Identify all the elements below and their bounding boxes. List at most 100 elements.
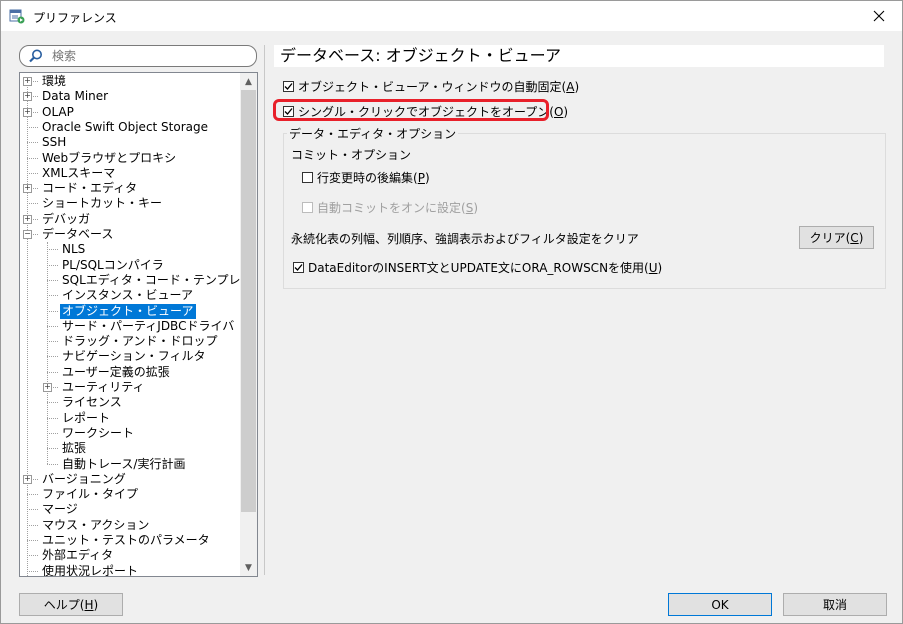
search-input[interactable] xyxy=(52,47,248,65)
tree-item[interactable]: NLS xyxy=(60,242,87,257)
tree-guide-line xyxy=(27,524,38,526)
tree-item[interactable]: ワークシート xyxy=(60,426,136,441)
tree-item[interactable]: SSH xyxy=(40,135,68,150)
tree-item[interactable]: ナビゲーション・フィルタ xyxy=(60,349,208,364)
tree-guide-line xyxy=(27,172,38,174)
scroll-down-arrow-icon[interactable]: ▼ xyxy=(240,559,257,576)
tree-guide-line xyxy=(47,325,58,327)
persist-settings-label: 永続化表の列幅、列順序、強調表示およびフィルタ設定をクリア xyxy=(291,232,639,246)
tree-item[interactable]: データベース xyxy=(40,227,115,242)
tree-item[interactable]: Webブラウザとプロキシ xyxy=(40,151,178,166)
tree-items: + 環境 + Data Miner + OLAP Oracle Swift Object S… xyxy=(20,73,240,576)
search-icon xyxy=(29,49,42,63)
tree-item[interactable]: 環境 xyxy=(40,74,68,89)
title-bar: プリファレンス xyxy=(1,1,902,31)
tree-guide-line xyxy=(27,126,38,128)
auto-commit-label: 自動コミットをオンに設定(S) xyxy=(317,200,478,215)
expand-plus-icon[interactable]: + xyxy=(23,77,32,86)
tree-guide-line xyxy=(27,540,38,541)
page-title: データベース: オブジェクト・ビューア xyxy=(274,45,884,67)
auto-commit-checkbox xyxy=(302,201,313,213)
tree-guide-line xyxy=(47,356,58,358)
ok-button[interactable]: OK xyxy=(668,593,772,616)
post-edit-option[interactable]: 行変更時の後編集(P) xyxy=(302,168,430,186)
expand-plus-icon[interactable]: + xyxy=(23,107,32,117)
tree-item[interactable]: デバッガ xyxy=(40,212,92,227)
post-edit-label: 行変更時の後編集(P) xyxy=(317,170,430,185)
tree-item[interactable]: 使用状況レポート xyxy=(40,564,140,576)
tree-item[interactable]: ショートカット・キー xyxy=(40,196,164,211)
tree-guide-line xyxy=(47,279,58,281)
check-icon xyxy=(294,263,303,271)
tree-guide-line xyxy=(47,371,58,373)
cancel-button[interactable]: 取消 xyxy=(783,593,887,616)
autofreeze-option[interactable]: オブジェクト・ビューア・ウィンドウの自動固定(A) xyxy=(283,77,579,95)
auto-commit-option: 自動コミットをオンに設定(S) xyxy=(302,198,478,216)
tree-guide-line xyxy=(47,448,58,450)
post-edit-checkbox[interactable] xyxy=(302,171,313,183)
rowscn-option[interactable]: DataEditorのINSERT文とUPDATE文にORA_ROWSCNを使用… xyxy=(293,258,662,276)
tree-item[interactable]: バージョニング xyxy=(40,472,128,487)
expand-plus-icon[interactable]: + xyxy=(23,92,32,102)
tree-item[interactable]: レポート xyxy=(60,411,112,426)
tree-item[interactable]: ドラッグ・アンド・ドロップ xyxy=(60,334,220,349)
help-button[interactable]: ヘルプ(H) xyxy=(19,593,123,616)
check-icon xyxy=(284,82,293,90)
tree-guide-line xyxy=(47,402,58,404)
scroll-thumb[interactable] xyxy=(241,90,256,512)
tree-guide-line xyxy=(27,203,38,205)
window-title: プリファレンス xyxy=(33,11,117,25)
tree-guide-line xyxy=(47,463,58,465)
panel-divider[interactable] xyxy=(264,45,265,575)
tree-guide-line xyxy=(27,509,38,511)
expand-plus-icon[interactable]: + xyxy=(23,214,32,224)
expand-plus-icon[interactable]: + xyxy=(23,474,32,484)
rowscn-label: DataEditorのINSERT文とUPDATE文にORA_ROWSCNを使用… xyxy=(308,260,663,275)
collapse-minus-icon[interactable]: − xyxy=(23,230,32,239)
search-box[interactable] xyxy=(19,45,257,67)
rowscn-checkbox[interactable] xyxy=(293,261,304,273)
tree-guide-line xyxy=(27,77,28,576)
tree-item[interactable]: SQLエディタ・コード・テンプレート xyxy=(60,273,240,288)
preferences-tree: + 環境 + Data Miner + OLAP Oracle Swift Object S… xyxy=(19,72,258,577)
tree-item[interactable]: OLAP xyxy=(40,105,76,120)
tree-item[interactable]: インスタンス・ビューア xyxy=(60,288,195,303)
tree-item[interactable]: ファイル・タイプ xyxy=(40,487,140,502)
tree-guide-line xyxy=(47,264,58,266)
tree-item[interactable]: ユーザー定義の拡張 xyxy=(60,365,172,380)
tree-guide-line xyxy=(47,242,48,465)
expand-plus-icon[interactable]: + xyxy=(43,383,52,392)
expand-plus-icon[interactable]: + xyxy=(23,184,32,194)
tree-item[interactable]: コード・エディタ xyxy=(40,181,139,196)
tree-guide-line xyxy=(27,157,38,159)
tree-item[interactable]: 拡張 xyxy=(60,441,88,456)
scroll-up-arrow-icon[interactable]: ▲ xyxy=(240,73,257,90)
tree-guide-line xyxy=(47,417,58,419)
tree-item[interactable]: 外部エディタ xyxy=(40,548,115,563)
tree-item[interactable]: オブジェクト・ビューア xyxy=(60,303,196,319)
clear-button[interactable]: クリア(C) xyxy=(799,226,874,249)
tree-item[interactable]: Oracle Swift Object Storage xyxy=(40,120,210,135)
tree-item[interactable]: マウス・アクション xyxy=(40,518,151,533)
tree-scrollbar[interactable]: ▲ ▼ xyxy=(240,73,257,576)
tree-item[interactable]: ライセンス xyxy=(60,395,124,410)
tree-item[interactable]: 自動トレース/実行計画 xyxy=(60,457,187,472)
close-button[interactable] xyxy=(856,1,902,31)
tree-item[interactable]: PL/SQLコンパイラ xyxy=(60,258,166,273)
tree-item[interactable]: ユーティリティ xyxy=(60,380,147,395)
tree-guide-line xyxy=(47,249,58,251)
commit-options-label: コミット・オプション xyxy=(291,148,412,162)
tree-item[interactable]: XMLスキーマ xyxy=(40,166,117,181)
red-highlight-annotation xyxy=(273,99,549,121)
tree-item[interactable]: ユニット・テストのパラメータ xyxy=(40,533,212,548)
tree-guide-line xyxy=(47,310,58,312)
tree-guide-line xyxy=(47,432,58,434)
data-editor-options-label: データ・エディタ・オプション xyxy=(287,125,459,142)
tree-item[interactable]: マージ xyxy=(40,502,80,517)
autofreeze-checkbox[interactable] xyxy=(283,80,294,92)
tree-guide-line xyxy=(27,570,38,572)
tree-item[interactable]: サード・パーティJDBCドライバ xyxy=(60,319,236,334)
tree-guide-line xyxy=(27,555,38,557)
app-icon xyxy=(9,9,25,24)
tree-item[interactable]: Data Miner xyxy=(40,89,110,104)
